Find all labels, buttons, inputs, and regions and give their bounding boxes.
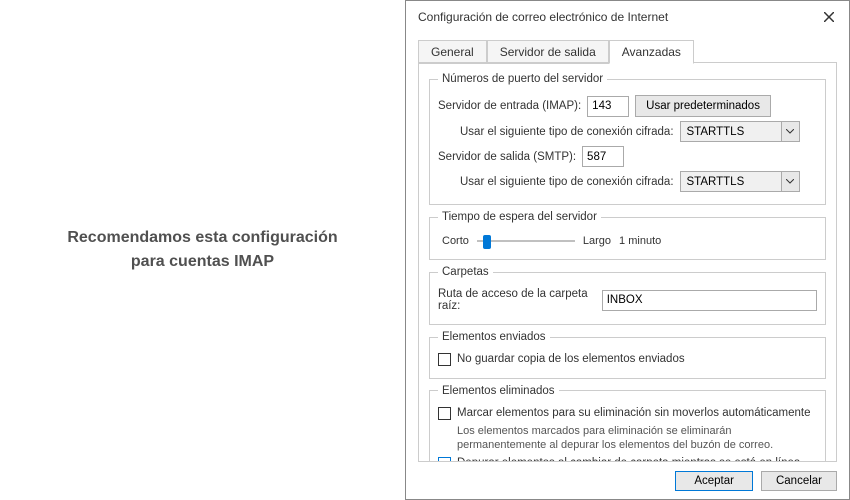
imap-encryption-value: STARTTLS bbox=[687, 126, 745, 138]
folders-group: Carpetas Ruta de acceso de la carpeta ra… bbox=[429, 266, 826, 325]
smtp-encryption-select[interactable]: STARTTLS bbox=[680, 171, 800, 192]
server-timeout-group: Tiempo de espera del servidor Corto Larg… bbox=[429, 211, 826, 260]
root-path-label: Ruta de acceso de la carpeta raíz: bbox=[438, 288, 596, 312]
imap-port-label: Servidor de entrada (IMAP): bbox=[438, 100, 581, 112]
cancel-button[interactable]: Cancelar bbox=[761, 471, 837, 491]
titlebar: Configuración de correo electrónico de I… bbox=[406, 1, 849, 31]
tab-advanced[interactable]: Avanzadas bbox=[609, 40, 694, 64]
dialog-footer: Aceptar Cancelar bbox=[406, 463, 849, 499]
ok-button[interactable]: Aceptar bbox=[675, 471, 753, 491]
timeout-long-label: Largo bbox=[583, 235, 611, 247]
tab-general[interactable]: General bbox=[418, 40, 487, 64]
folders-legend: Carpetas bbox=[438, 266, 493, 278]
no-save-copy-label: No guardar copia de los elementos enviad… bbox=[457, 352, 685, 367]
tab-outgoing-server[interactable]: Servidor de salida bbox=[487, 40, 609, 64]
imap-encryption-label: Usar el siguiente tipo de conexión cifra… bbox=[460, 126, 674, 138]
recommendation-text: Recomendamos esta configuración para cue… bbox=[67, 226, 337, 274]
timeout-slider[interactable] bbox=[477, 233, 575, 249]
recommendation-line1: Recomendamos esta configuración bbox=[67, 226, 337, 250]
smtp-encryption-value: STARTTLS bbox=[687, 176, 745, 188]
timeout-short-label: Corto bbox=[442, 235, 469, 247]
timeout-value: 1 minuto bbox=[619, 235, 661, 247]
dialog-title: Configuración de correo electrónico de I… bbox=[418, 10, 819, 24]
recommendation-panel: Recomendamos esta configuración para cue… bbox=[0, 0, 405, 500]
smtp-port-label: Servidor de salida (SMTP): bbox=[438, 151, 576, 163]
deleted-items-group: Elementos eliminados Marcar elementos pa… bbox=[429, 385, 826, 462]
close-icon bbox=[824, 12, 834, 22]
port-numbers-legend: Números de puerto del servidor bbox=[438, 73, 607, 85]
slider-thumb[interactable] bbox=[483, 235, 491, 249]
deleted-items-legend: Elementos eliminados bbox=[438, 385, 559, 397]
purge-on-switch-label: Depurar elementos al cambiar de carpeta … bbox=[457, 456, 800, 462]
sent-items-legend: Elementos enviados bbox=[438, 331, 550, 343]
purge-on-switch-checkbox[interactable] bbox=[438, 457, 451, 462]
imap-encryption-select[interactable]: STARTTLS bbox=[680, 121, 800, 142]
deletion-hint: Los elementos marcados para eliminación … bbox=[457, 424, 817, 453]
root-path-input[interactable] bbox=[602, 290, 817, 311]
chevron-down-icon bbox=[781, 172, 799, 191]
recommendation-line2: para cuentas IMAP bbox=[67, 250, 337, 274]
port-numbers-group: Números de puerto del servidor Servidor … bbox=[429, 73, 826, 205]
server-timeout-legend: Tiempo de espera del servidor bbox=[438, 211, 601, 223]
close-button[interactable] bbox=[819, 7, 839, 27]
mark-for-deletion-checkbox[interactable] bbox=[438, 407, 451, 420]
tab-bar: General Servidor de salida Avanzadas bbox=[406, 31, 849, 63]
email-settings-dialog: Configuración de correo electrónico de I… bbox=[405, 0, 850, 500]
smtp-encryption-label: Usar el siguiente tipo de conexión cifra… bbox=[460, 176, 674, 188]
chevron-down-icon bbox=[781, 122, 799, 141]
imap-port-input[interactable] bbox=[587, 96, 629, 117]
mark-for-deletion-label: Marcar elementos para su eliminación sin… bbox=[457, 406, 810, 421]
no-save-copy-checkbox[interactable] bbox=[438, 353, 451, 366]
smtp-port-input[interactable] bbox=[582, 146, 624, 167]
use-defaults-button[interactable]: Usar predeterminados bbox=[635, 95, 771, 117]
tab-content: Números de puerto del servidor Servidor … bbox=[418, 62, 837, 462]
sent-items-group: Elementos enviados No guardar copia de l… bbox=[429, 331, 826, 379]
